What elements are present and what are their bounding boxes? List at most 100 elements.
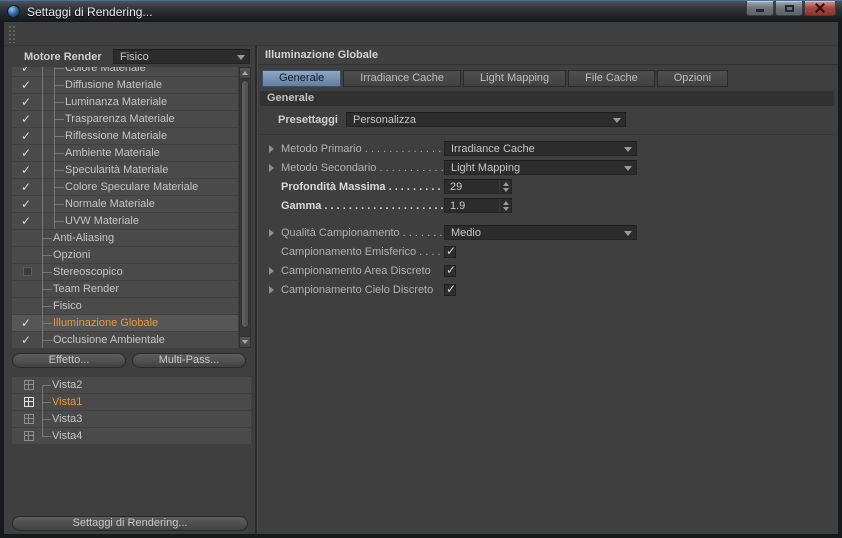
spinner-arrows[interactable] (499, 199, 511, 212)
qualit-campionamento-dropdown[interactable]: Medio (444, 225, 637, 240)
render-settings-window: Settaggi di Rendering... Motore Render F… (0, 0, 842, 538)
expand-triangle-icon[interactable] (269, 267, 274, 275)
field-metodo-secondario: Metodo Secondario . . . . . . . . . . . … (258, 160, 838, 176)
tree-item-riflessione-materiale[interactable]: ✓ Riflessione Materiale (12, 128, 238, 144)
tree-trunk-line (54, 67, 55, 229)
tree-branch-line (54, 204, 64, 205)
tree-item-luminanza-materiale[interactable]: ✓ Luminanza Materiale (12, 94, 238, 110)
tree-item-anti-aliasing[interactable]: Anti-Aliasing (12, 230, 238, 246)
tree-item-opzioni[interactable]: Opzioni (12, 247, 238, 263)
tree-item-colore-speculare-materiale[interactable]: ✓ Colore Speculare Materiale (12, 179, 238, 195)
tree-item-label: Opzioni (53, 249, 91, 261)
tree-item-illuminazione-globale[interactable]: ✓ Illuminazione Globale (12, 315, 238, 331)
view-item-vista3[interactable]: Vista3 (12, 411, 251, 427)
check-icon[interactable]: ✓ (21, 333, 35, 347)
view-item-vista4[interactable]: Vista4 (12, 428, 251, 444)
spinner-up-icon[interactable] (502, 181, 509, 186)
chevron-down-icon (613, 118, 621, 123)
expand-triangle-icon[interactable] (269, 286, 274, 294)
check-icon[interactable]: ✓ (21, 67, 35, 75)
scrollbar-thumb[interactable] (241, 80, 249, 328)
render-engine-label: Motore Render (24, 51, 102, 63)
tab-irradiance-cache[interactable]: Irradiance Cache (343, 70, 462, 87)
tree-item-normale-materiale[interactable]: ✓ Normale Materiale (12, 196, 238, 212)
check-icon[interactable]: ✓ (21, 78, 35, 92)
scroll-up-button[interactable] (240, 68, 250, 79)
check-icon[interactable]: ✓ (21, 146, 35, 160)
checkbox-empty[interactable] (23, 267, 32, 276)
check-icon[interactable]: ✓ (21, 316, 35, 330)
tree-item-diffusione-materiale[interactable]: ✓ Diffusione Materiale (12, 77, 238, 93)
view-item-vista1[interactable]: Vista1 (12, 394, 251, 410)
scroll-down-button[interactable] (240, 336, 250, 347)
check-icon: ✓ (446, 263, 457, 277)
check-icon[interactable]: ✓ (21, 112, 35, 126)
tree-item-team-render[interactable]: Team Render (12, 281, 238, 297)
render-engine-dropdown[interactable]: Fisico (113, 49, 250, 64)
spinner-down-icon[interactable] (502, 206, 509, 211)
drag-grip-icon[interactable] (8, 25, 17, 43)
tree-branch-line (42, 306, 52, 307)
minimize-button[interactable] (746, 1, 774, 16)
tree-item-colore-materiale[interactable]: ✓ Colore Materiale (12, 67, 238, 76)
fields: Metodo Primario . . . . . . . . . . . . … (258, 141, 838, 298)
tab-opzioni[interactable]: Opzioni (656, 70, 729, 87)
preset-row: Presettaggi Personalizza (258, 112, 838, 128)
field-gamma: Gamma . . . . . . . . . . . . . . . . . … (258, 198, 838, 214)
tree-item-occlusione-ambientale[interactable]: ✓ Occlusione Ambientale (12, 332, 238, 348)
multipass-button[interactable]: Multi-Pass... (132, 353, 246, 368)
effect-button[interactable]: Effetto... (12, 353, 126, 368)
render-view-icon (24, 414, 34, 424)
override-tree: ✓ Colore Materiale ✓ Diffusione Materiale ✓ L… (12, 67, 238, 348)
tree-item-ambiente-materiale[interactable]: ✓ Ambiente Materiale (12, 145, 238, 161)
field-label: Gamma . . . . . . . . . . . . . . . . . … (281, 200, 443, 212)
gamma-input[interactable]: 1.9 (444, 198, 512, 213)
campionamento-cielo-discreto-checkbox[interactable]: ✓ (444, 282, 456, 296)
close-button[interactable] (804, 1, 836, 16)
check-icon[interactable]: ✓ (21, 214, 35, 228)
check-icon[interactable]: ✓ (21, 129, 35, 143)
check-icon[interactable]: ✓ (21, 95, 35, 109)
tree-item-trasparenza-materiale[interactable]: ✓ Trasparenza Materiale (12, 111, 238, 127)
tab-light-mapping[interactable]: Light Mapping (463, 70, 567, 87)
section-header: Generale (260, 91, 834, 106)
tab-file-cache[interactable]: File Cache (568, 70, 655, 87)
tree-branch-line (54, 85, 64, 86)
field-label: Campionamento Cielo Discreto (281, 284, 434, 296)
maximize-button[interactable] (775, 1, 803, 16)
view-item-label: Vista1 (52, 396, 83, 408)
campionamento-area-discreto-checkbox[interactable]: ✓ (444, 263, 457, 277)
expand-triangle-icon[interactable] (269, 145, 274, 153)
expand-triangle-icon[interactable] (269, 164, 274, 172)
preset-value: Personalizza (353, 113, 416, 126)
view-item-label: Vista4 (52, 430, 83, 442)
field-label: Campionamento Area Discreto (281, 265, 431, 277)
metodo-secondario-dropdown[interactable]: Light Mapping (444, 160, 637, 175)
preset-dropdown[interactable]: Personalizza (346, 112, 626, 127)
view-item-label: Vista3 (52, 413, 83, 425)
expand-triangle-icon[interactable] (269, 229, 274, 237)
tree-item-uvw-materiale[interactable]: ✓ UVW Materiale (12, 213, 238, 229)
window-controls (745, 1, 836, 16)
check-icon[interactable]: ✓ (21, 180, 35, 194)
tree-scrollbar[interactable] (239, 67, 251, 348)
spinner-down-icon[interactable] (502, 187, 509, 192)
spinner-up-icon[interactable] (502, 200, 509, 205)
campionamento-emisferico-checkbox[interactable]: ✓ (444, 244, 456, 258)
tree-item-fisico[interactable]: Fisico (12, 298, 238, 314)
check-icon[interactable]: ✓ (21, 197, 35, 211)
render-settings-button[interactable]: Settaggi di Rendering... (12, 516, 248, 531)
tab-generale[interactable]: Generale (262, 70, 342, 87)
titlebar[interactable]: Settaggi di Rendering... (0, 0, 842, 22)
field-campionamento-cielo-discreto: Campionamento Cielo Discreto ✓ (258, 282, 838, 298)
profondit-massima-input[interactable]: 29 (444, 179, 512, 194)
tree-item-specularit-materiale[interactable]: ✓ Specularità Materiale (12, 162, 238, 178)
tree-item-stereoscopico[interactable]: Stereoscopico (12, 264, 238, 280)
field-profondit-massima: Profondità Massima . . . . . . . . . . .… (258, 179, 838, 195)
check-icon[interactable]: ✓ (21, 163, 35, 177)
panel-title: Illuminazione Globale (258, 46, 838, 65)
spinner-arrows[interactable] (499, 180, 511, 193)
tree-branch-line (54, 187, 64, 188)
view-item-vista2[interactable]: Vista2 (12, 377, 251, 393)
metodo-primario-dropdown[interactable]: Irradiance Cache (444, 141, 637, 156)
